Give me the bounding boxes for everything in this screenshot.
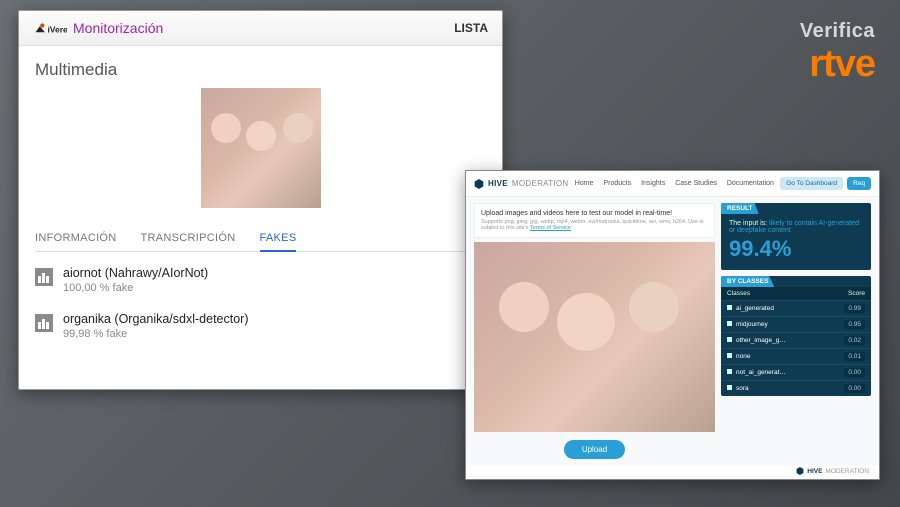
terms-link[interactable]: Terms of Service (530, 225, 571, 231)
detector-score: 99,98 % fake (63, 328, 249, 340)
hive-header-actions: Go To Dashboard Req (780, 177, 871, 190)
lista-button[interactable]: LISTA (454, 21, 488, 35)
svg-text:iVeres: iVeres (47, 24, 67, 34)
fakes-results: aiornot (Nahrawy/AIorNot) 100,00 % fake … (35, 252, 486, 372)
request-button[interactable]: Req (847, 177, 871, 190)
nav-case-studies[interactable]: Case Studies (675, 180, 717, 187)
result-tag: RESULT (721, 203, 759, 214)
class-row: sora0.00 (721, 380, 871, 396)
detector-name: aiornot (Nahrawy/AIorNot) (63, 266, 208, 280)
hive-nav: Home Products Insights Case Studies Docu… (575, 180, 774, 187)
class-row: none0.01 (721, 348, 871, 364)
hive-moderation-window: HIVE MODERATION Home Products Insights C… (465, 170, 880, 480)
hive-logo-text: HIVE (488, 179, 508, 188)
class-row: ai_generated0.99 (721, 300, 871, 316)
result-sentence: The input is: likely to contain AI-gener… (729, 220, 863, 234)
uploaded-image-preview[interactable] (474, 242, 715, 432)
hive-logo-sub: MODERATION (512, 179, 569, 188)
nav-documentation[interactable]: Documentation (727, 180, 774, 187)
brand-watermark: Verifica rtve (800, 20, 875, 86)
class-row: other_image_g…0.02 (721, 332, 871, 348)
brand-line1: Verifica (800, 20, 875, 43)
classes-header: Classes Score (721, 287, 871, 300)
classes-rows: ai_generated0.99midjourney0.95other_imag… (721, 300, 871, 396)
classes-panel: BY CLASSES Classes Score ai_generated0.9… (721, 276, 871, 396)
results-sidebar: RESULT The input is: likely to contain A… (721, 203, 871, 459)
bar-chart-icon (35, 268, 53, 286)
detector-name: organika (Organika/sdxl-detector) (63, 312, 249, 326)
bar-chart-icon (35, 314, 53, 332)
monitorizacion-window: iVeres Monitorización LISTA Multimedia I… (18, 10, 503, 390)
detector-score: 100,00 % fake (63, 282, 208, 294)
hive-body: Upload images and videos here to test ou… (466, 197, 879, 465)
upload-button[interactable]: Upload (564, 440, 625, 459)
hive-logo: HIVE MODERATION (474, 179, 569, 189)
section-multimedia-label: Multimedia (35, 60, 486, 80)
iveres-logo-icon: iVeres (33, 19, 67, 37)
classes-col-score: Score (848, 290, 865, 297)
nav-home[interactable]: Home (575, 180, 594, 187)
result-row: organika (Organika/sdxl-detector) 99,98 … (35, 312, 486, 340)
class-row: not_ai_generat…0.00 (721, 364, 871, 380)
tab-informacion[interactable]: INFORMACIÓN (35, 226, 117, 251)
app-logo: iVeres Monitorización (33, 19, 163, 37)
classes-col-name: Classes (727, 290, 750, 297)
hive-hex-icon (474, 179, 484, 189)
result-panel: RESULT The input is: likely to contain A… (721, 203, 871, 270)
nav-products[interactable]: Products (603, 180, 631, 187)
upload-panel: Upload images and videos here to test ou… (474, 203, 715, 459)
media-thumbnail[interactable] (201, 88, 321, 208)
go-to-dashboard-button[interactable]: Go To Dashboard (780, 177, 843, 190)
result-percentage: 99.4% (729, 236, 863, 262)
classes-tag: BY CLASSES (721, 276, 774, 287)
tab-transcripcion[interactable]: TRANSCRIPCIÓN (141, 226, 236, 251)
hive-header: HIVE MODERATION Home Products Insights C… (466, 171, 879, 197)
result-row: aiornot (Nahrawy/AIorNot) 100,00 % fake (35, 266, 486, 294)
window-body: Multimedia INFORMACIÓN TRANSCRIPCIÓN FAK… (19, 46, 502, 389)
hive-hex-icon (796, 467, 804, 475)
upload-heading: Upload images and videos here to test ou… (481, 210, 708, 217)
upload-instructions: Upload images and videos here to test ou… (474, 203, 715, 238)
app-title: Monitorización (73, 20, 163, 36)
brand-line2: rtve (800, 43, 875, 86)
window-header: iVeres Monitorización LISTA (19, 11, 502, 46)
class-row: midjourney0.95 (721, 316, 871, 332)
hive-footer-logo: HIVEMODERATION (796, 467, 869, 475)
tab-fakes[interactable]: FAKES (260, 226, 297, 252)
nav-insights[interactable]: Insights (641, 180, 665, 187)
detail-tabs: INFORMACIÓN TRANSCRIPCIÓN FAKES (35, 226, 486, 252)
upload-subtext: Supports png, jpeg, jpg, webp, mp4, webm… (481, 219, 708, 231)
